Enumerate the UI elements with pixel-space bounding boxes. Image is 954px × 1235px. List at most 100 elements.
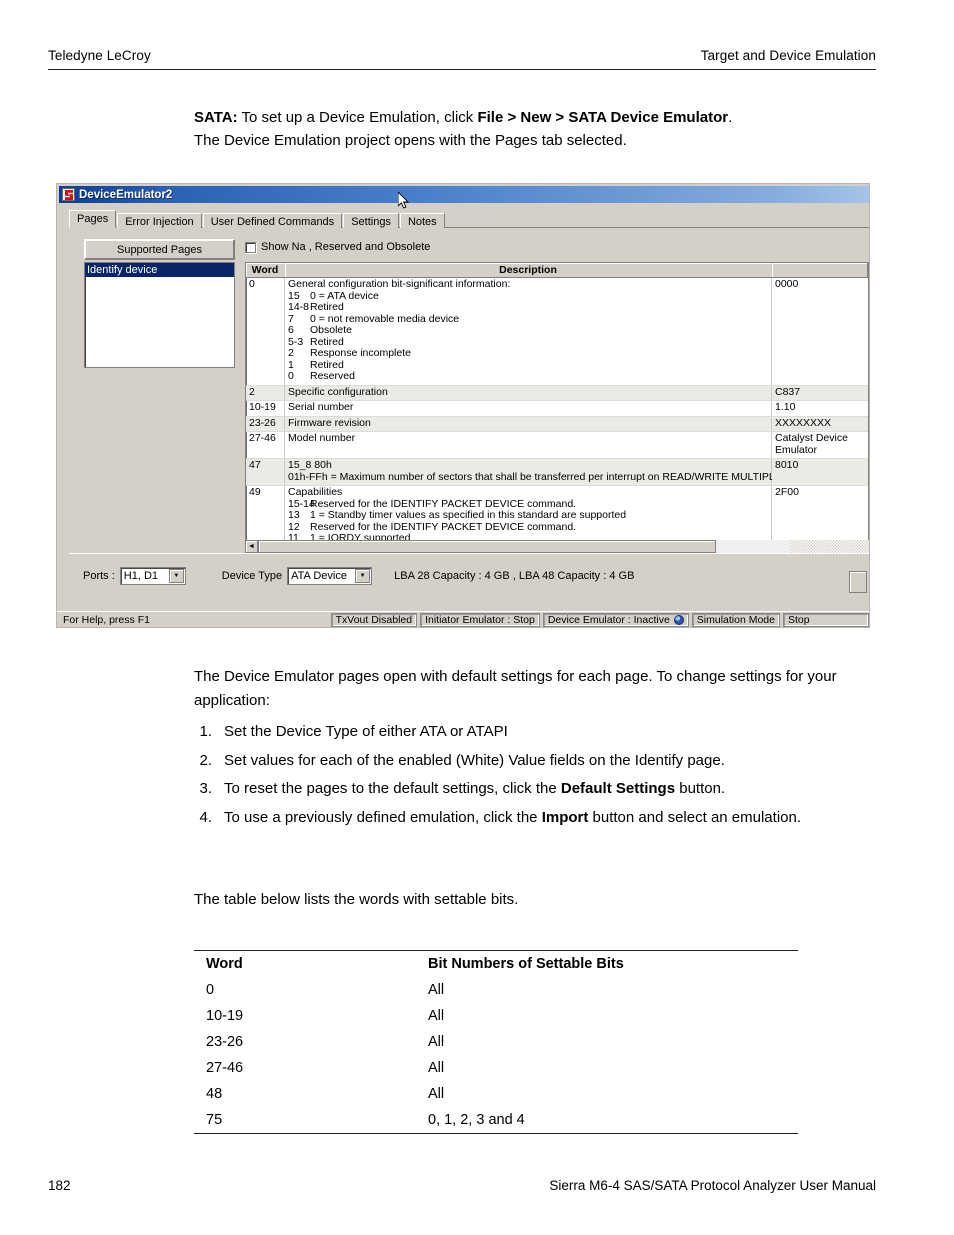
chevron-down-icon[interactable]: ▼ — [355, 568, 371, 583]
grid-cell-value[interactable]: XXXXXXXX — [772, 416, 868, 431]
tab-strip: Pages Error Injection User Defined Comma… — [69, 210, 869, 229]
table-row[interactable]: 2 Specific configuration C837 — [246, 385, 868, 401]
grid-cell-description: Serial number — [285, 401, 772, 416]
desc-bit-line: 6 Obsolete — [288, 324, 353, 336]
window-title: DeviceEmulator2 — [79, 188, 173, 201]
panel-edge-button[interactable] — [849, 571, 867, 593]
grid-cell-value[interactable]: C837 — [772, 385, 868, 400]
show-na-label: Show Na , Reserved and Obsolete — [261, 241, 431, 253]
ports-value: H1, D1 — [123, 569, 159, 582]
list-item: 2. Set values for each of the enabled (W… — [194, 749, 894, 773]
grid-header-description[interactable]: Description — [285, 263, 772, 277]
grid-cell-word: 23-26 — [246, 416, 285, 431]
cell-word: 10-19 — [206, 1008, 244, 1024]
body-paragraph-1: The Device Emulator pages open with defa… — [194, 668, 837, 709]
step-number: 4. — [199, 808, 212, 826]
step-text: To reset the pages to the default settin… — [224, 780, 726, 797]
grid-cell-word: 47 — [246, 459, 285, 485]
table-row: 27-46 All — [194, 1055, 798, 1081]
list-item: 4. To use a previously defined emulation… — [194, 806, 894, 830]
table-row[interactable]: 10-19 Serial number 1.10 — [246, 401, 868, 417]
grid-cell-value[interactable]: 8010 — [772, 459, 868, 485]
page-number: 182 — [48, 1178, 71, 1193]
table-row: 75 0, 1, 2, 3 and 4 — [194, 1107, 798, 1134]
resize-grip — [791, 540, 869, 553]
intro-line1-a: To set up a Device Emulation, click — [237, 109, 478, 126]
desc-bit-line: 0 Reserved — [288, 370, 355, 382]
body-paragraph-2: The table below lists the words with set… — [194, 891, 519, 908]
pages-panel: Supported Pages Identify device Show Na … — [69, 228, 869, 553]
grid-cell-value[interactable]: 1.10 — [772, 401, 868, 416]
table-row: 0 All — [194, 977, 798, 1003]
emulator-controls-bar: Ports : H1, D1 ▼ Device Type ATA Device … — [69, 553, 869, 597]
tab-error-injection[interactable]: Error Injection — [117, 213, 202, 229]
ports-dropdown[interactable]: H1, D1 ▼ — [119, 566, 186, 585]
supported-pages-list[interactable]: Identify device — [84, 262, 235, 368]
steps-list: 1. Set the Device Type of either ATA or … — [194, 720, 894, 834]
step-number: 2. — [199, 751, 212, 769]
cell-word: 23-26 — [206, 1034, 244, 1050]
identify-grid[interactable]: Word Description 0 General configuration… — [245, 262, 869, 545]
grid-cell-value[interactable]: 0000 — [772, 278, 868, 385]
table-row[interactable]: 27-46 Model number Catalyst Device Emula… — [246, 432, 868, 459]
desc-bit-line: 01h-FFh = Maximum number of sectors that… — [288, 470, 837, 483]
tab-notes[interactable]: Notes — [399, 213, 445, 229]
supported-pages-header: Supported Pages — [84, 239, 235, 260]
table-row[interactable]: 49 Capabilities 15-14Reserved for the ID… — [246, 486, 868, 544]
status-bar: For Help, press F1 TxVout Disabled Initi… — [57, 611, 869, 627]
grid-header-row: Word Description — [246, 263, 868, 278]
cell-bits: All — [428, 1034, 445, 1050]
tab-user-defined-commands[interactable]: User Defined Commands — [202, 213, 343, 229]
step-text: Set values for each of the enabled (Whit… — [224, 751, 725, 769]
status-badge: Stop — [783, 612, 869, 627]
table-row[interactable]: 23-26 Firmware revision XXXXXXXX — [246, 416, 868, 432]
table-row: 23-26 All — [194, 1029, 798, 1055]
tab-pages[interactable]: Pages — [69, 210, 117, 228]
cell-word: 27-46 — [206, 1060, 244, 1076]
grid-cell-description: General configuration bit-significant in… — [285, 278, 772, 385]
step-number: 3. — [199, 780, 212, 797]
table-row[interactable]: 47 15_8 80h 01h-FFh = Maximum number of … — [246, 459, 868, 486]
step-text: To use a previously defined emulation, c… — [224, 808, 802, 826]
scroll-left-icon[interactable]: ◄ — [245, 540, 258, 553]
grid-header-word[interactable]: Word — [246, 263, 285, 277]
device-type-dropdown[interactable]: ATA Device ▼ — [287, 566, 373, 585]
scrollbar-thumb[interactable] — [258, 540, 717, 553]
column-header-bits: Bit Numbers of Settable Bits — [428, 956, 624, 972]
tab-settings[interactable]: Settings — [343, 213, 399, 229]
manual-title: Sierra M6-4 SAS/SATA Protocol Analyzer U… — [549, 1178, 876, 1193]
globe-icon — [673, 614, 684, 625]
cell-bits: All — [428, 1008, 445, 1024]
grid-cell-word: 10-19 — [246, 401, 285, 416]
list-item[interactable]: Identify device — [85, 263, 234, 277]
grid-cell-value[interactable]: 2F00 — [772, 486, 868, 544]
cell-word: 0 — [206, 982, 215, 998]
grid-cell-description: Capabilities 15-14Reserved for the IDENT… — [285, 486, 772, 544]
desc-bit-line: 15 0 = ATA device — [288, 289, 379, 302]
show-na-reserved-row[interactable]: Show Na , Reserved and Obsolete — [245, 241, 430, 253]
window-titlebar[interactable]: DeviceEmulator2 — [59, 186, 869, 203]
header-right-text: Target and Device Emulation — [700, 48, 876, 63]
show-na-checkbox[interactable] — [245, 241, 256, 253]
desc-title: 15_8 80h — [288, 459, 332, 471]
desc-bit-line: 1 Retired — [288, 358, 344, 371]
cell-bits: 0, 1, 2, 3 and 4 — [416, 1107, 798, 1134]
app-logo-icon — [62, 188, 75, 201]
scrollbar-track[interactable] — [258, 540, 791, 553]
grid-header-value[interactable] — [772, 263, 868, 277]
intro-line1-b: . — [728, 109, 733, 126]
chevron-down-icon[interactable]: ▼ — [168, 568, 184, 583]
status-badge: Initiator Emulator : Stop — [420, 612, 540, 627]
cell-bits: All — [428, 1060, 445, 1076]
grid-horizontal-scrollbar[interactable]: ◄ — [245, 540, 869, 553]
running-footer: 182 Sierra M6-4 SAS/SATA Protocol Analyz… — [48, 1178, 876, 1193]
table-row[interactable]: 0 General configuration bit-significant … — [246, 278, 868, 386]
table-row: 10-19 All — [194, 1003, 798, 1029]
grid-cell-value[interactable]: Catalyst Device Emulator — [772, 432, 868, 458]
status-help-text: For Help, press F1 — [63, 613, 150, 626]
status-badge: Simulation Mode — [691, 612, 780, 627]
list-item: 3. To reset the pages to the default set… — [194, 777, 894, 801]
status-badge: TxVout Disabled — [330, 612, 418, 627]
intro-menu-path: File > New > SATA Device Emulator — [477, 109, 729, 126]
running-header: Teledyne LeCroy Target and Device Emulat… — [48, 48, 876, 70]
